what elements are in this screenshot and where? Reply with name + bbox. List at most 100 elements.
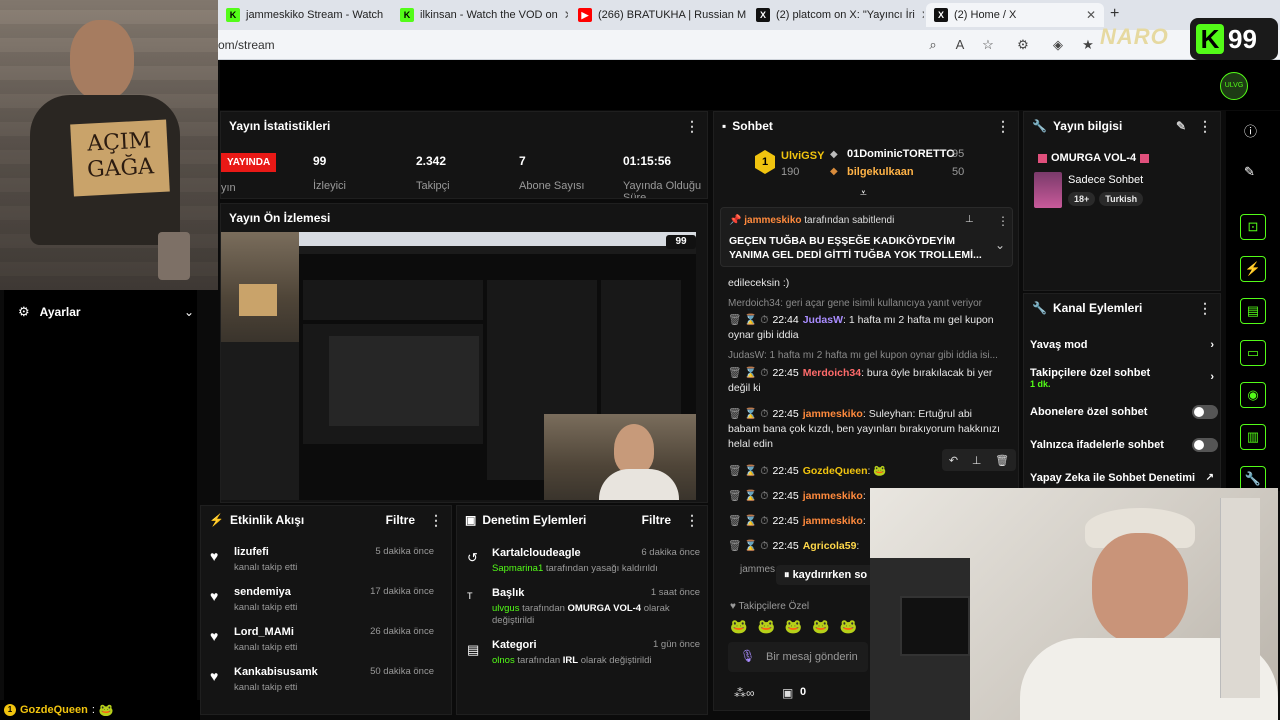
microphone-icon[interactable]: 🎙 bbox=[740, 649, 755, 663]
moderation-panel: ▣ Denetim Eylemleri Filtre ⋮ ↺ Kartalcloude… bbox=[456, 505, 708, 715]
read-aloud-icon[interactable]: A bbox=[952, 37, 968, 53]
layout-icon[interactable]: ▥ bbox=[1240, 424, 1266, 450]
document-icon[interactable]: ▤ bbox=[1240, 298, 1266, 324]
settings-panel: ⚙ Ayarlar ⌄ bbox=[4, 290, 197, 700]
gift-icon[interactable]: ▣ bbox=[782, 686, 793, 700]
emote-icon[interactable]: 🐸 bbox=[812, 618, 829, 635]
chat-message[interactable]: 🗑 ⌛ ⏱ 22:45 jammeskiko: Suleyhan: Ertuğrul… bbox=[728, 407, 1000, 452]
tag[interactable]: Turkish bbox=[1099, 192, 1144, 206]
reply-icon[interactable]: ↶ bbox=[949, 454, 958, 467]
unpin-icon[interactable]: ⊥ bbox=[965, 214, 974, 225]
emote-bar: 🐸 🐸 🐸 🐸 🐸 bbox=[730, 618, 857, 635]
edit-icon[interactable]: ✎ bbox=[1244, 164, 1255, 180]
top-gifter-1-amount: 190 bbox=[781, 166, 800, 178]
chat-message[interactable]: 🗑 ⌛ ⏱ 22:44 JudasW: 1 hafta mı 2 hafta mı … bbox=[728, 313, 1000, 343]
emote-icon[interactable]: 🐸 bbox=[730, 618, 747, 635]
more-menu-icon[interactable]: ⋮ bbox=[429, 512, 443, 529]
wrench-icon: 🔧 bbox=[1032, 301, 1047, 315]
screenshot-icon[interactable]: ⊡ bbox=[1240, 214, 1266, 240]
close-icon[interactable]: ✕ bbox=[389, 8, 390, 22]
chat-paused-banner[interactable]: ⏸ kaydırırken so bbox=[776, 565, 876, 585]
broadcast-icon[interactable]: ◉ bbox=[1240, 382, 1266, 408]
info-icon[interactable]: ⓘ bbox=[1244, 121, 1257, 140]
favorites-icon[interactable]: ★ bbox=[1080, 37, 1096, 53]
extensions-icon[interactable]: ⚙ bbox=[1015, 37, 1031, 53]
emotes-only-toggle[interactable] bbox=[1192, 438, 1218, 452]
preview-video[interactable]: 99 bbox=[221, 232, 696, 500]
heart-icon: ♥ bbox=[210, 668, 219, 684]
mod-tools-icon[interactable]: 🗑 ⌛ ⏱ bbox=[728, 367, 768, 379]
heart-icon: ♥ bbox=[210, 548, 219, 564]
mod-tools-icon[interactable]: 🗑 ⌛ ⏱ bbox=[728, 515, 768, 527]
shield-icon[interactable]: ◈ bbox=[1050, 37, 1066, 53]
emote-icon[interactable]: 🐸 bbox=[757, 618, 774, 635]
ai-moderation-item[interactable]: Yapay Zeka ile Sohbet Denetimi ↗ bbox=[1030, 472, 1216, 484]
more-menu-icon[interactable]: ⋮ bbox=[1198, 300, 1212, 317]
partial-user: jammes bbox=[740, 564, 776, 575]
browser-tab-4[interactable]: X (2) platcom on X: "Yayıncı İri ✕ bbox=[748, 3, 924, 27]
chevron-down-icon[interactable]: ⌄ bbox=[995, 238, 1005, 252]
ticker-user: GozdeQueen bbox=[20, 704, 88, 716]
panel-title: Sohbet bbox=[732, 119, 773, 133]
tag[interactable]: 18+ bbox=[1068, 192, 1096, 206]
category-name[interactable]: Sadece Sohbet bbox=[1068, 174, 1143, 186]
followers-only-item[interactable]: Takipçilere özel sohbet 1 dk. › bbox=[1030, 367, 1216, 389]
live-sub: yın bbox=[221, 182, 236, 194]
emote-icon[interactable]: 🐸 bbox=[840, 618, 857, 635]
browser-tab-3[interactable]: ▶ (266) BRATUKHA | Russian M ✕ bbox=[570, 3, 748, 27]
more-menu-icon[interactable]: ⋮ bbox=[997, 214, 1009, 228]
avatar[interactable]: ULVG bbox=[1220, 72, 1248, 100]
mod-tools-icon[interactable]: 🗑 ⌛ ⏱ bbox=[728, 408, 768, 420]
wrench-icon: 🔧 bbox=[1032, 119, 1047, 133]
pin-icon[interactable]: ⊥ bbox=[972, 454, 982, 467]
top-gifter-1[interactable]: UlviGSY bbox=[781, 150, 824, 162]
category-thumbnail[interactable] bbox=[1034, 172, 1062, 208]
more-menu-icon[interactable]: ⋮ bbox=[996, 118, 1010, 135]
mod-tools-icon[interactable]: 🗑 ⌛ ⏱ bbox=[728, 465, 768, 477]
mod-tools-icon[interactable]: 🗑 ⌛ ⏱ bbox=[728, 314, 768, 326]
url-field[interactable]: om/stream bbox=[218, 38, 275, 52]
close-icon[interactable]: ✕ bbox=[921, 8, 924, 22]
activity-item: ♥ Kankabisusamk kanalı takip etti 50 dakika… bbox=[210, 666, 434, 693]
kick-icon: K bbox=[226, 8, 240, 22]
stats-icon[interactable]: ⁂∞ bbox=[734, 686, 755, 700]
top-gifter-3-amount: 50 bbox=[952, 166, 965, 178]
lightning-icon[interactable]: ⚡ bbox=[1240, 256, 1266, 282]
tab-label: (266) BRATUKHA | Russian M bbox=[598, 9, 747, 21]
settings-header[interactable]: ⚙ Ayarlar ⌄ bbox=[18, 304, 194, 320]
more-menu-icon[interactable]: ⋮ bbox=[685, 118, 699, 135]
filter-button[interactable]: Filtre bbox=[386, 513, 415, 527]
filter-button[interactable]: Filtre bbox=[642, 513, 671, 527]
more-menu-icon[interactable]: ⋮ bbox=[1198, 118, 1212, 135]
emotes-only-item: Yalnızca ifadelerle sohbet bbox=[1030, 439, 1164, 451]
chat-bubble-icon[interactable]: ▭ bbox=[1240, 340, 1266, 366]
slow-mode-item[interactable]: Yavaş mod › bbox=[1030, 339, 1216, 351]
stream-title: OMURGA VOL-4 bbox=[1038, 152, 1150, 164]
panel-title: Yayın Ön İzlemesi bbox=[229, 211, 331, 225]
chat-input[interactable]: 🎙 Bir mesaj gönderin bbox=[728, 642, 868, 672]
browser-tab-1[interactable]: K jammeskiko Stream - Watch ✕ bbox=[218, 3, 390, 27]
mod-tools-icon[interactable]: 🗑 ⌛ ⏱ bbox=[728, 540, 768, 552]
category-icon: ▤ bbox=[467, 642, 480, 657]
browser-tab-5[interactable]: X (2) Home / X ✕ bbox=[926, 3, 1104, 27]
chat-message[interactable]: 🗑 ⌛ ⏱ 22:45 Merdoich34: bura öyle bırakıla… bbox=[728, 366, 1000, 396]
tab-label: (2) platcom on X: "Yayıncı İri bbox=[776, 9, 915, 21]
top-gifter-2[interactable]: 01DominicTORETTO bbox=[847, 148, 955, 160]
close-icon[interactable]: ✕ bbox=[564, 8, 568, 22]
emote-icon[interactable]: 🐸 bbox=[785, 618, 802, 635]
moderation-item: Kartalcloudeagle Sapmarina1 tarafından ya… bbox=[492, 547, 700, 574]
delete-icon[interactable]: 🗑 bbox=[995, 454, 1009, 467]
favorite-star-icon[interactable]: ☆ bbox=[980, 37, 996, 53]
edit-icon[interactable]: ✎ bbox=[1176, 119, 1186, 133]
zoom-icon[interactable]: ⌕ bbox=[925, 37, 941, 53]
expand-leaderboard-icon[interactable]: ⩡ bbox=[860, 186, 867, 201]
top-gifter-3[interactable]: bilgekulkaan bbox=[847, 166, 914, 178]
new-tab-button[interactable]: + bbox=[1110, 5, 1119, 23]
browser-tab-2[interactable]: K ilkinsan - Watch the VOD on ✕ bbox=[392, 3, 568, 27]
pinned-message[interactable]: 📌 jammeskiko tarafından sabitlendi GEÇEN… bbox=[720, 207, 1013, 267]
mod-tools-icon[interactable]: 🗑 ⌛ ⏱ bbox=[728, 490, 768, 502]
close-icon[interactable]: ✕ bbox=[1086, 8, 1096, 22]
subscribers-only-toggle[interactable] bbox=[1192, 405, 1218, 419]
channel-actions-panel: 🔧 Kanal Eylemleri ⋮ Yavaş mod › Takipçilere… bbox=[1023, 293, 1221, 488]
more-menu-icon[interactable]: ⋮ bbox=[685, 512, 699, 529]
